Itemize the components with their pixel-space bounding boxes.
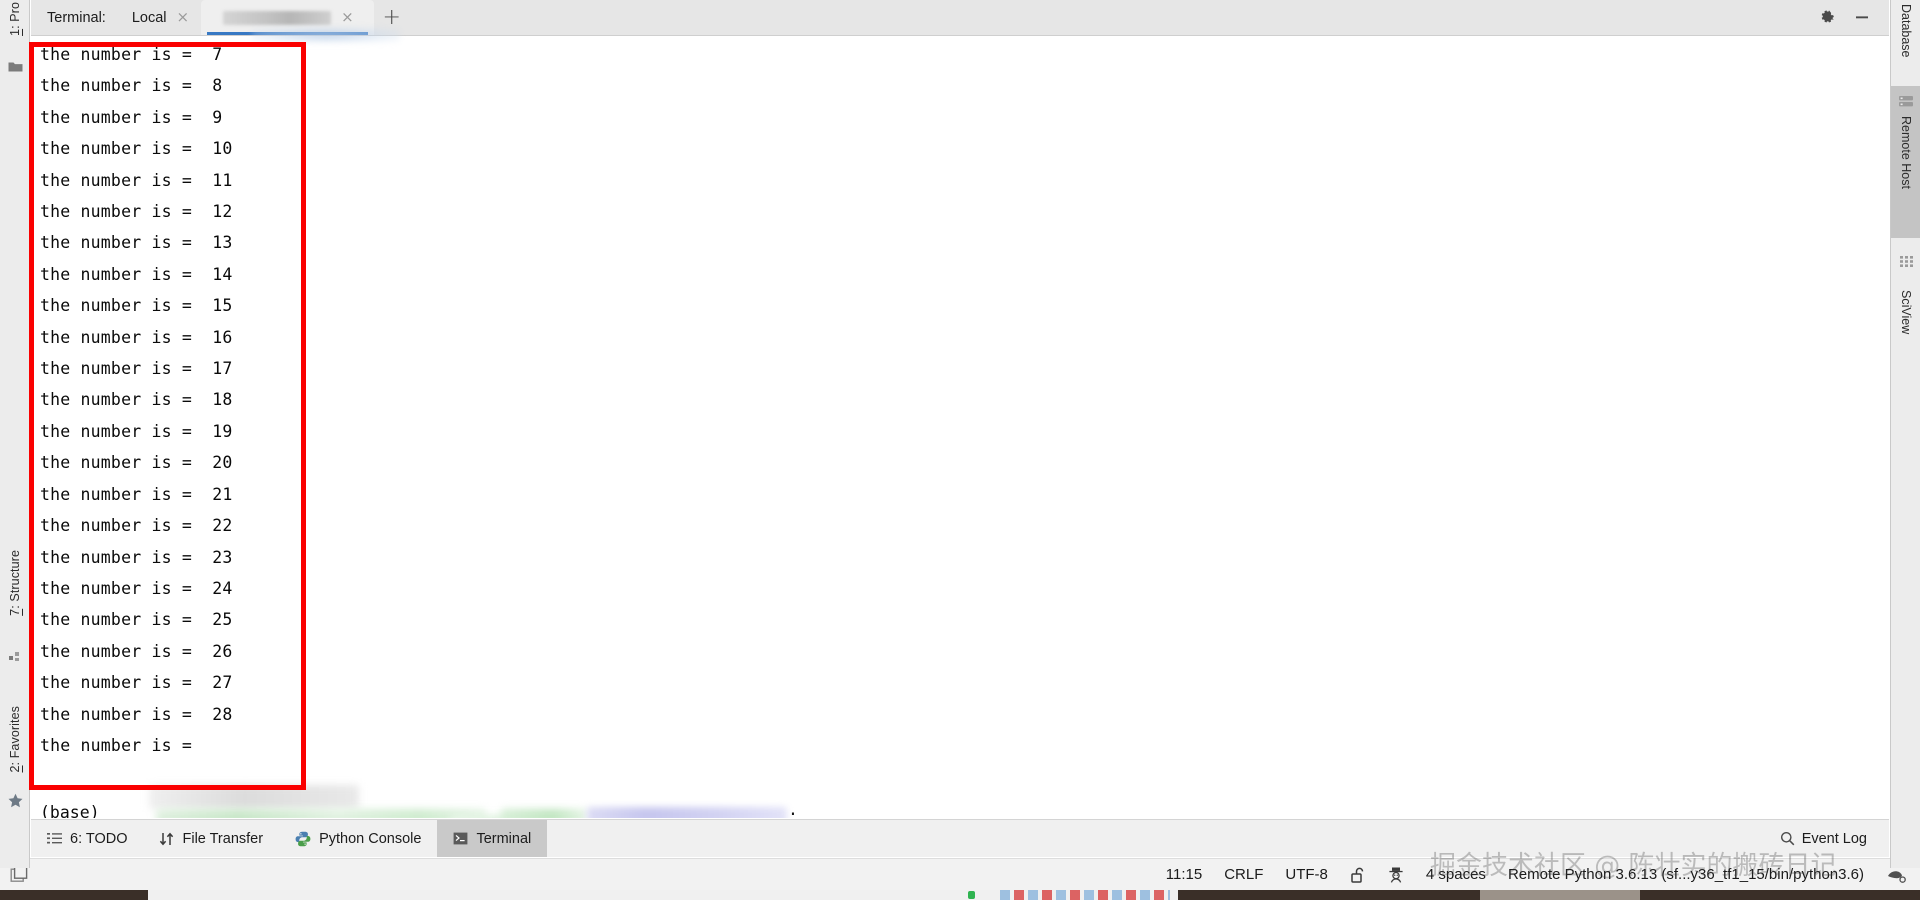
status-interpreter[interactable]: Remote Python 3.6.13 (sf...y36_tf1_15/bi… [1508, 866, 1864, 883]
terminal-tab-redacted[interactable]: × [201, 0, 374, 35]
transfer-arrows-icon [159, 831, 174, 847]
terminal-tab-redacted-label [223, 10, 332, 25]
event-log-label: Event Log [1801, 830, 1867, 847]
terminal-header: Terminal: Local × × + [31, 0, 1889, 36]
sidebar-item-sciview[interactable]: SciView [1891, 290, 1920, 334]
close-icon[interactable]: × [341, 10, 354, 25]
redacted-command-fragment-3 [501, 809, 587, 818]
star-icon [0, 793, 30, 809]
tool-button-file-transfer[interactable]: File Transfer [143, 820, 279, 857]
remote-host-icon [1898, 94, 1914, 108]
status-indent[interactable]: 4 spaces [1426, 866, 1486, 883]
tool-button-file-transfer-label: File Transfer [182, 830, 264, 847]
search-icon [1780, 831, 1795, 847]
sidebar-item-sciview-label: SciView [1899, 290, 1913, 335]
terminal-tab-local[interactable]: Local × [119, 0, 202, 35]
sidebar-item-favorites-label: 2: Favorites [8, 706, 22, 773]
terminal-tab-local-label: Local [131, 9, 167, 26]
tool-button-python-console-label: Python Console [319, 830, 422, 847]
todo-list-icon [47, 831, 62, 847]
terminal-trailing-char: ; [788, 806, 798, 818]
redacted-output-fragment [149, 785, 359, 809]
tool-button-terminal-label: Terminal [476, 830, 532, 847]
taskbar-panel-secondary [1480, 890, 1640, 900]
folder-icon [0, 60, 30, 73]
terminal-output-text: the number is = 7 the number is = 8 the … [40, 45, 233, 755]
sidebar-item-remote-host[interactable]: Remote Host [1891, 86, 1920, 238]
tool-button-todo-label: 6: TODO [70, 830, 128, 847]
terminal-output-panel[interactable]: the number is = 7 the number is = 8 the … [31, 37, 1889, 818]
taskbar-icons [1000, 890, 1170, 900]
status-bar: 11:15 CRLF UTF-8 4 spaces Remote Python … [0, 858, 1920, 890]
minimize-icon[interactable] [1853, 8, 1871, 26]
structure-icon [0, 650, 30, 663]
tool-button-terminal[interactable]: Terminal [437, 820, 548, 857]
tool-button-todo[interactable]: 6: TODO [31, 820, 143, 857]
add-terminal-tab-button[interactable]: + [374, 0, 410, 35]
sidebar-item-favorites[interactable]: 2: Favorites [0, 706, 30, 773]
left-tool-rail: 1: Pro 7: Structure 2: Favorites [0, 0, 30, 868]
sidebar-item-project-label: 1: Pro [8, 2, 22, 36]
taskbar-indicator-dot [968, 891, 975, 899]
right-tool-rail: Database Remote Host SciView [1890, 0, 1920, 868]
sciview-icon [1891, 255, 1920, 268]
inspection-icon[interactable] [1886, 865, 1906, 883]
redacted-command-fragment-1 [156, 809, 486, 818]
status-caret-position[interactable]: 11:15 [1166, 866, 1202, 883]
terminal-icon [453, 831, 468, 847]
close-icon[interactable]: × [177, 10, 190, 25]
python-icon [295, 830, 311, 846]
pycharm-window: 1: Pro 7: Structure 2: Favorites Databas… [0, 0, 1920, 900]
sidebar-item-structure[interactable]: 7: Structure [0, 550, 30, 616]
hat-person-icon[interactable] [1388, 865, 1404, 883]
status-encoding[interactable]: UTF-8 [1285, 866, 1328, 883]
sidebar-item-database[interactable]: Database [1891, 4, 1920, 58]
status-line-separator[interactable]: CRLF [1224, 866, 1263, 883]
sidebar-item-structure-label: 7: Structure [8, 550, 22, 616]
os-taskbar [0, 890, 1920, 900]
active-tab-indicator [207, 32, 368, 35]
bottom-tool-window-bar: 6: TODO File Transfer Python Console Ter… [31, 819, 1889, 857]
redacted-path-fragment [587, 807, 787, 818]
gear-icon[interactable] [1819, 8, 1837, 26]
sidebar-item-project[interactable]: 1: Pro [0, 2, 30, 36]
event-log-button[interactable]: Event Log [1780, 820, 1889, 857]
sidebar-item-database-label: Database [1899, 4, 1913, 58]
status-bar-items: 11:15 CRLF UTF-8 4 spaces Remote Python … [1166, 865, 1920, 883]
sidebar-item-remote-host-label: Remote Host [1899, 116, 1913, 190]
terminal-prompt: (base) [40, 803, 100, 818]
unlocked-lock-icon[interactable] [1350, 865, 1366, 883]
terminal-title: Terminal: [47, 9, 106, 26]
tool-button-python-console[interactable]: Python Console [279, 820, 437, 857]
terminal-header-actions [1819, 0, 1889, 35]
